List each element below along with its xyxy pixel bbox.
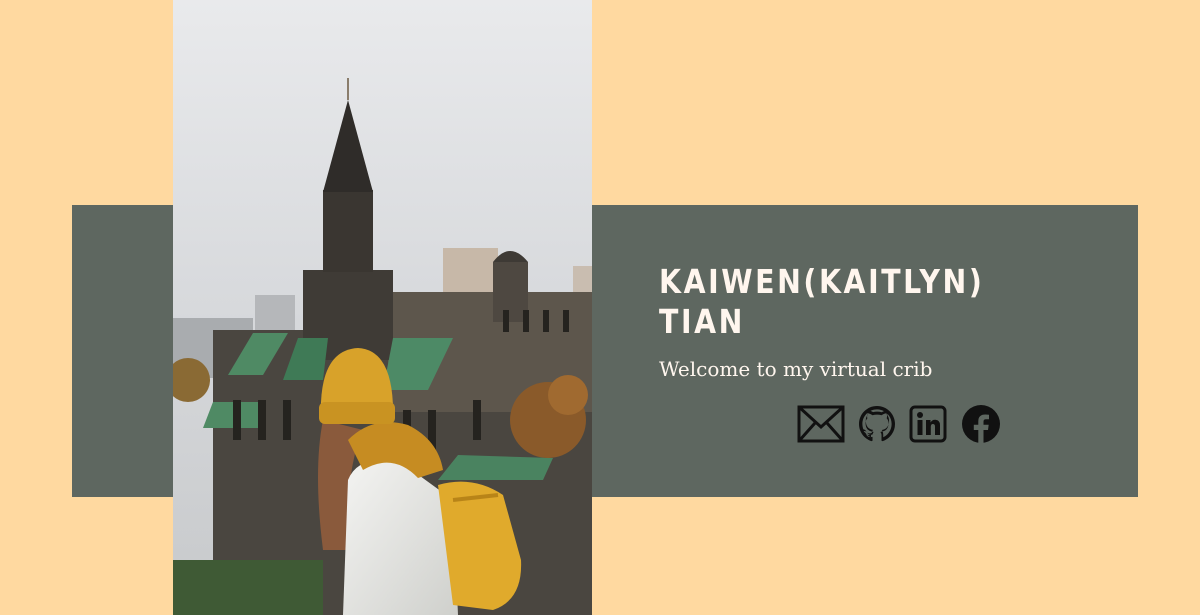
page: KAIWEN(KAITLYN) TIAN Welcome to my virtu… — [0, 0, 1200, 615]
mail-icon — [797, 405, 845, 443]
profile-photo — [173, 0, 592, 615]
facebook-link[interactable] — [961, 404, 1001, 444]
email-link[interactable] — [797, 405, 845, 443]
profile-name: KAIWEN(KAITLYN) TIAN — [659, 262, 985, 341]
social-links — [797, 404, 1001, 444]
github-link[interactable] — [859, 406, 895, 442]
profile-tagline: Welcome to my virtual crib — [659, 357, 933, 381]
linkedin-link[interactable] — [909, 405, 947, 443]
profile-info: KAIWEN(KAITLYN) TIAN Welcome to my virtu… — [659, 262, 1079, 382]
cathedral-photo-image — [173, 0, 592, 615]
linkedin-icon — [909, 405, 947, 443]
github-icon — [859, 406, 895, 442]
facebook-icon — [962, 405, 1000, 443]
